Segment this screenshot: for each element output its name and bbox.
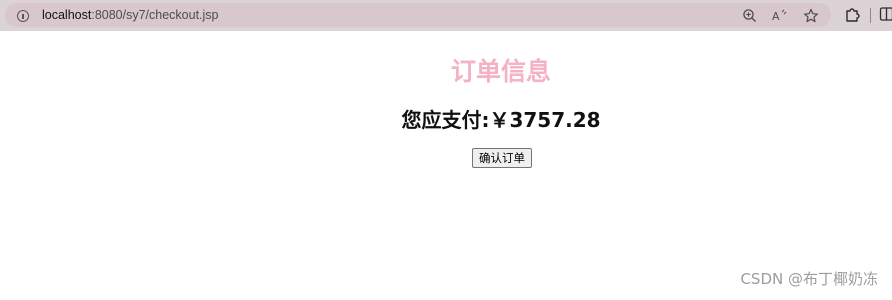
page-title: 订单信息	[450, 57, 551, 86]
favorite-star-icon[interactable]	[802, 7, 820, 25]
pay-label: 您应支付:	[401, 108, 490, 132]
split-screen-icon[interactable]	[879, 5, 892, 23]
payment-summary: 您应支付:￥3757.28	[0, 104, 892, 133]
svg-text:A: A	[772, 10, 780, 23]
url-host: localhost	[42, 8, 92, 22]
url-path: :8080/sy7/checkout.jsp	[91, 8, 219, 22]
address-bar[interactable]: localhost:8080/sy7/checkout.jsp A	[5, 3, 831, 27]
read-aloud-icon[interactable]: A	[771, 7, 789, 25]
currency-symbol: ￥	[489, 108, 510, 132]
pay-amount: 3757.28	[509, 108, 601, 132]
zoom-icon[interactable]	[741, 7, 759, 25]
extensions-icon[interactable]	[843, 5, 861, 23]
browser-toolbar: localhost:8080/sy7/checkout.jsp A	[0, 0, 892, 31]
url-text[interactable]: localhost:8080/sy7/checkout.jsp	[42, 8, 219, 22]
site-info-icon[interactable]	[17, 10, 29, 22]
toolbar-divider	[870, 8, 871, 23]
confirm-order-button[interactable]: 确认订单	[472, 148, 532, 168]
watermark: CSDN @布丁椰奶冻	[740, 270, 878, 288]
